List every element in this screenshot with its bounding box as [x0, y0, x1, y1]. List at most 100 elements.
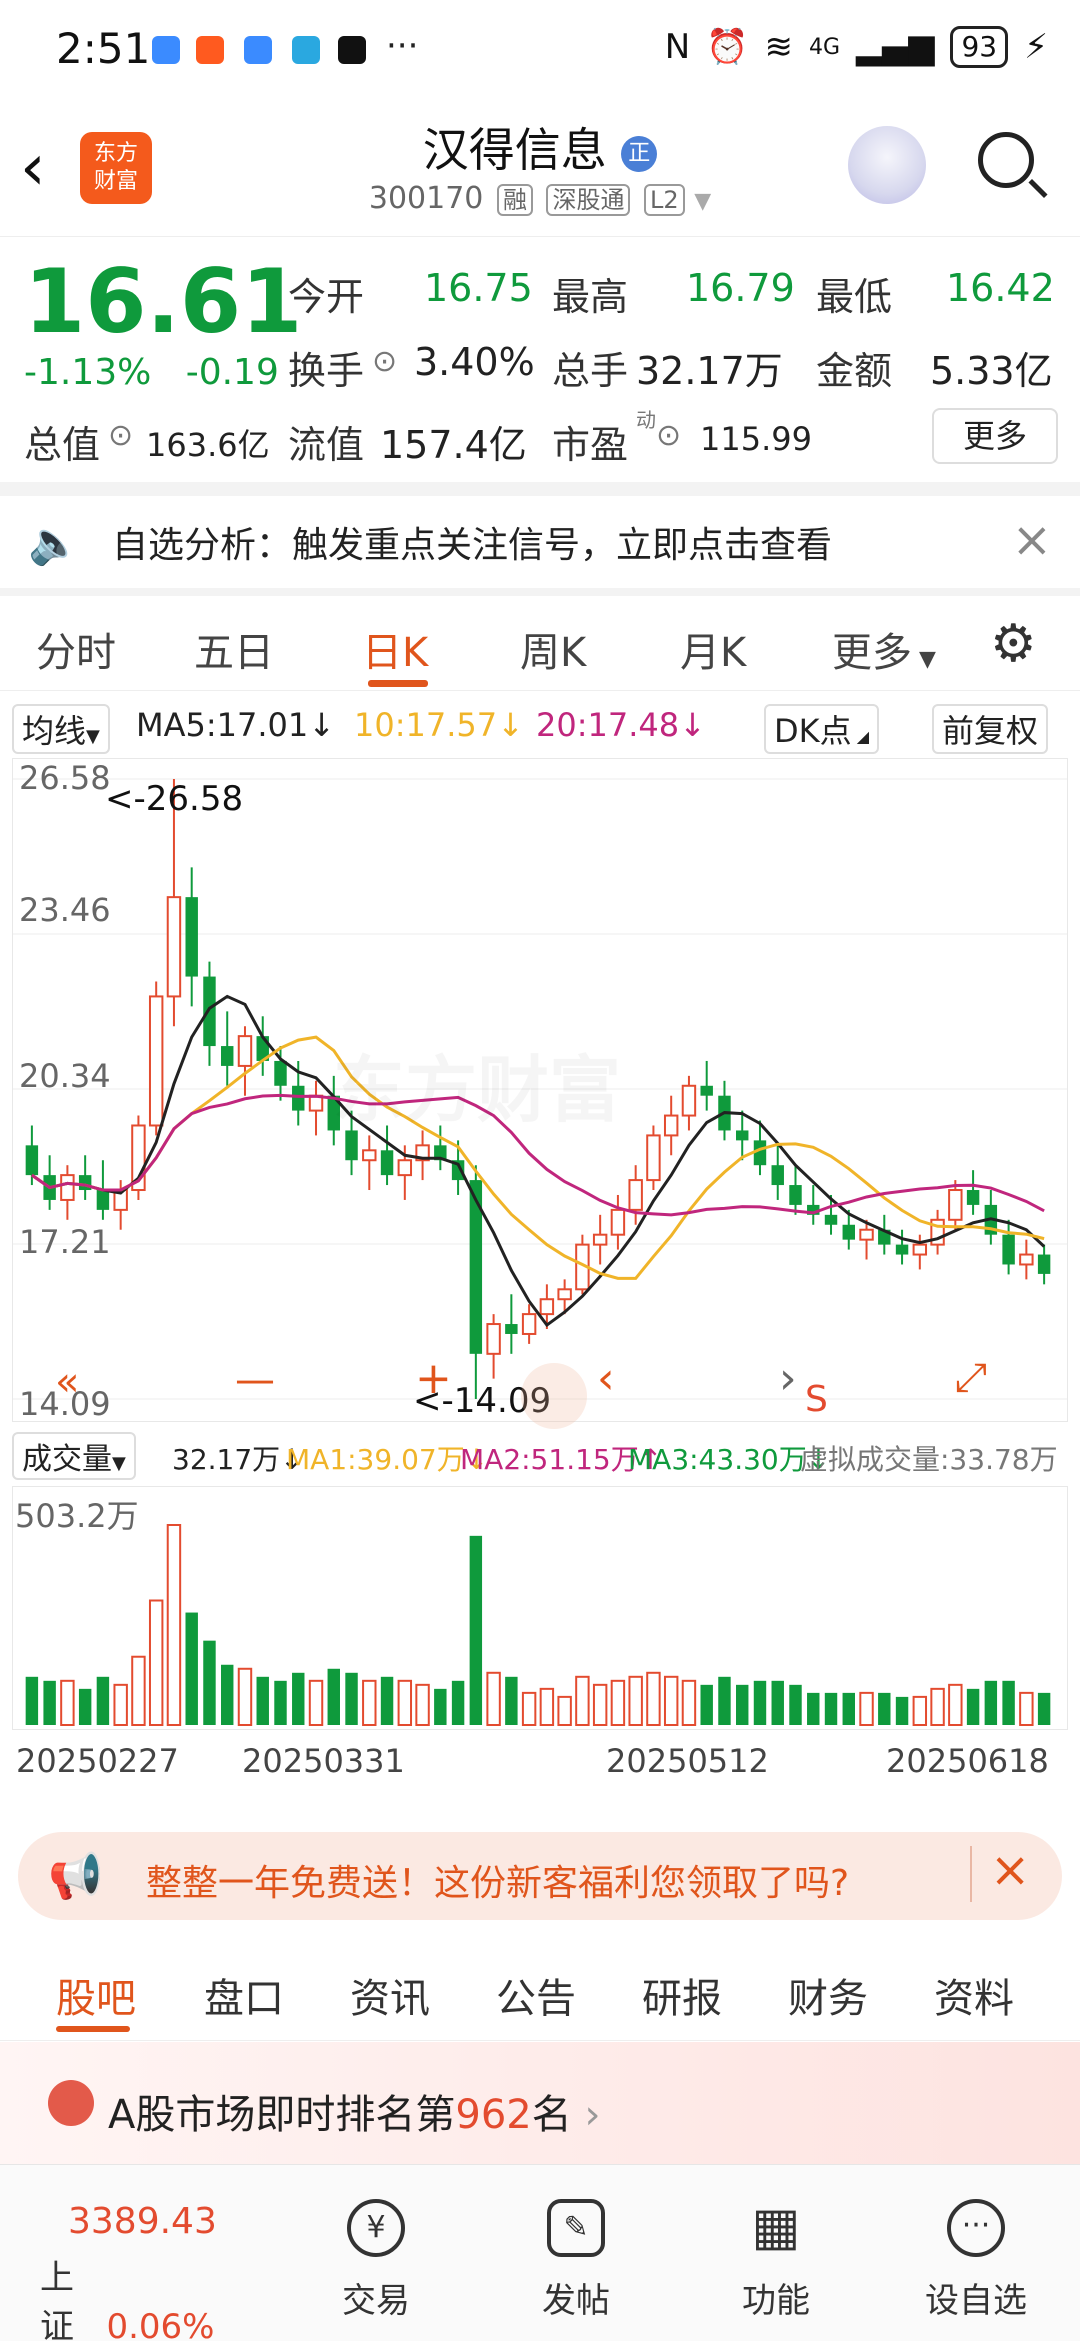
max-price-marker: <-26.58	[105, 779, 244, 819]
volume-bar	[327, 1668, 340, 1725]
assistant-robot-icon[interactable]	[848, 126, 926, 204]
index-widget[interactable]: 3389.43 上证 0.06%	[40, 2201, 220, 2348]
vol-ma2-text: MA2:51.15万	[460, 1443, 639, 1476]
float-value: 157.4亿	[380, 423, 527, 467]
tab-profile[interactable]: 资料	[934, 1966, 1014, 2024]
candle-body	[274, 1060, 287, 1086]
kline-chart[interactable]: 26.58 23.46 20.34 17.21 14.09 <-26.58 <-…	[12, 758, 1068, 1429]
info-icon[interactable]: ⊙	[656, 418, 681, 453]
volume-bar	[539, 1687, 555, 1726]
volume-bar	[878, 1692, 891, 1725]
volume-bar	[185, 1612, 198, 1725]
candle-body	[486, 1323, 501, 1355]
more-notifications-icon: ···	[386, 26, 419, 66]
fullscreen-icon[interactable]: ⤢	[955, 1355, 987, 1401]
volume-bar	[753, 1680, 767, 1725]
change-abs: -0.19	[185, 352, 279, 393]
dk-point-button[interactable]: DK点 ◢	[764, 704, 880, 754]
turnover-label: 换手	[288, 349, 365, 393]
bottom-nav: 3389.43 上证 0.06% ¥ 交易 ✎ 发帖 ▦ 功能 ··· 设自选	[0, 2164, 1080, 2347]
network-label: 4G	[808, 34, 841, 60]
volume-selector[interactable]: 成交量▼	[12, 1432, 136, 1480]
battery-level: 93	[950, 26, 1009, 68]
analysis-banner[interactable]: 🔈 自选分析：触发重点关注信号，立即点击查看 ×	[0, 496, 1080, 588]
float-label: 流值	[288, 423, 365, 467]
tab-announcements[interactable]: 公告	[496, 1966, 576, 2024]
candle-body	[148, 995, 164, 1127]
volume-chart[interactable]: 503.2万	[12, 1486, 1068, 1730]
nfc-icon: N	[664, 27, 691, 67]
candle-body	[292, 1085, 305, 1111]
nav-watchlist[interactable]: ··· 设自选	[886, 2165, 1066, 2322]
tab-five-day[interactable]: 五日	[194, 620, 274, 678]
tab-news[interactable]: 资讯	[350, 1966, 430, 2024]
tab-guba[interactable]: 股吧	[56, 1966, 136, 2024]
scroll-left-fast-icon[interactable]: «	[55, 1359, 79, 1405]
edit-icon: ✎	[547, 2199, 605, 2257]
candle-body	[592, 1233, 608, 1246]
stock-header: ‹ 东方 财富 汉得信息 正 300170 融 深股通 L2 ▼	[0, 100, 1080, 237]
volume-bar	[859, 1691, 874, 1727]
info-icon[interactable]: ⊙	[108, 418, 133, 453]
market-rank-banner[interactable]: A股市场即时排名第962名 ›	[0, 2042, 1080, 2164]
volume-label: 总手	[552, 349, 629, 393]
volume-bar	[1019, 1691, 1034, 1727]
info-icon[interactable]: ⊙	[372, 344, 397, 379]
close-icon[interactable]: ×	[990, 1842, 1030, 1898]
candle-body	[25, 1145, 39, 1176]
candle-body	[221, 1046, 234, 1066]
candle-body	[736, 1130, 749, 1141]
zoom-out-icon[interactable]: —	[235, 1357, 275, 1403]
zoom-in-icon[interactable]: +	[415, 1353, 452, 1404]
promo-text: 整整一年免费送！这份新客福利您领取了吗?	[146, 1863, 850, 1904]
index-value: 3389.43	[68, 2201, 217, 2242]
candle-body	[557, 1288, 572, 1301]
volume-value: 32.17万↓	[172, 1443, 304, 1476]
ma-selector[interactable]: 均线▼	[12, 704, 110, 754]
high-label: 最高	[552, 275, 629, 319]
candle-body	[1002, 1234, 1015, 1265]
nav-functions[interactable]: ▦ 功能	[686, 2165, 866, 2322]
caret-down-icon: ▼	[112, 1453, 126, 1474]
tab-orderbook[interactable]: 盘口	[204, 1966, 284, 2024]
y-label: 17.21	[19, 1223, 111, 1261]
nav-trade[interactable]: ¥ 交易	[286, 2165, 466, 2322]
tiktok-icon	[338, 36, 366, 64]
scroll-left-icon[interactable]: ‹	[597, 1353, 615, 1404]
volume-bar	[789, 1684, 802, 1725]
volume-bar	[397, 1679, 413, 1726]
pe-label: 市盈	[552, 423, 629, 467]
scroll-right-icon[interactable]: ›	[779, 1353, 797, 1404]
close-icon[interactable]: ×	[1012, 512, 1052, 568]
vol-ma1-text: MA1:39.07万	[286, 1443, 465, 1476]
candle-body	[539, 1298, 555, 1316]
tab-weekly-k[interactable]: 周K	[520, 620, 586, 678]
tab-intraday[interactable]: 分时	[36, 620, 116, 678]
chevron-down-icon[interactable]: ▼	[694, 189, 711, 214]
tab-more[interactable]: 更多 ▼	[832, 620, 936, 678]
index-name: 上证	[40, 2258, 74, 2347]
adjust-button[interactable]: 前复权	[932, 704, 1049, 754]
volume-bar	[166, 1524, 182, 1726]
tab-daily-k[interactable]: 日K	[362, 620, 428, 678]
tab-research[interactable]: 研报	[642, 1966, 722, 2024]
promo-banner[interactable]: 📢 整整一年免费送！这份新客福利您领取了吗? ×	[18, 1832, 1062, 1920]
search-icon[interactable]	[978, 132, 1034, 188]
vol-ma1: MA1:39.07万↓	[286, 1443, 489, 1476]
dk-label: DK点	[774, 712, 852, 750]
candle-body	[610, 1208, 626, 1236]
date-label: 20250618	[886, 1742, 1049, 1780]
gear-icon[interactable]: ⚙	[990, 614, 1037, 674]
tab-finance[interactable]: 财务	[788, 1966, 868, 2024]
nav-post[interactable]: ✎ 发帖	[486, 2165, 666, 2322]
candle-body	[663, 1114, 679, 1137]
charging-icon: ⚡	[1024, 27, 1048, 67]
tab-monthly-k[interactable]: 月K	[680, 620, 746, 678]
date-label: 20250227	[16, 1742, 179, 1780]
volume-bar	[592, 1683, 608, 1726]
alarm-icon: ⏰	[706, 27, 749, 67]
volume-bar	[842, 1692, 855, 1725]
nav-watchlist-label: 设自选	[925, 2281, 1027, 2321]
candle-body	[505, 1324, 518, 1334]
more-quote-button[interactable]: 更多	[932, 408, 1058, 464]
